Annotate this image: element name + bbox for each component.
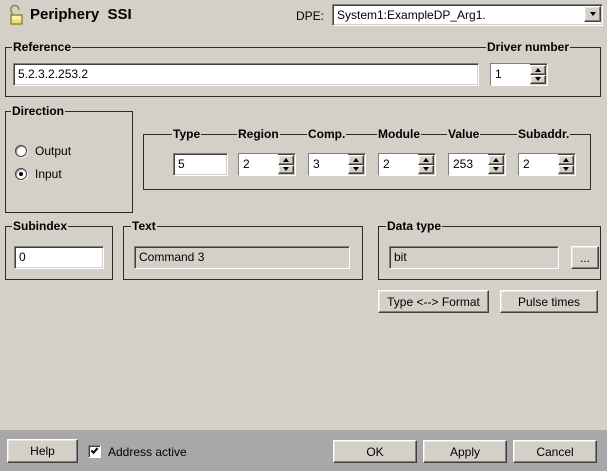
text-group: Text Command 3 (123, 226, 363, 280)
comp-label: Comp. (307, 126, 346, 142)
subindex-group-label: Subindex (12, 218, 68, 234)
address-active-checkbox[interactable] (88, 445, 101, 458)
arrow-up-icon (535, 68, 541, 72)
type-label: Type (172, 126, 201, 142)
reference-group: Reference Driver number 5.2.3.2.253.2 1 (5, 47, 601, 97)
dpe-dropdown-button[interactable] (584, 6, 601, 22)
region-up-button[interactable] (278, 155, 294, 165)
direction-group-label: Direction (11, 103, 65, 119)
type-input[interactable]: 5 (173, 153, 228, 176)
datatype-field: bit (389, 246, 559, 269)
dpe-combobox[interactable]: System1:ExampleDP_Arg1. (332, 4, 603, 26)
arrow-down-icon (283, 167, 289, 171)
footer-bar: Help Address active OK Apply Cancel (0, 430, 607, 471)
arrow-up-icon (493, 158, 499, 162)
reference-input[interactable]: 5.2.3.2.253.2 (13, 63, 479, 86)
arrow-up-icon (563, 158, 569, 162)
type-value: 5 (174, 154, 227, 171)
arrow-down-icon (353, 167, 359, 171)
value-value[interactable]: 253 (449, 154, 488, 175)
module-up-button[interactable] (418, 155, 434, 165)
periphery-ssi-dialog: Periphery SSI DPE: System1:ExampleDP_Arg… (0, 0, 607, 471)
arrow-up-icon (353, 158, 359, 162)
chevron-down-icon (590, 12, 596, 16)
driver-number-up-button[interactable] (530, 65, 546, 75)
open-padlock-icon (7, 3, 26, 27)
help-button[interactable]: Help (7, 439, 78, 463)
subindex-value: 0 (15, 247, 103, 264)
subindex-group: Subindex 0 (5, 226, 113, 280)
arrow-down-icon (493, 167, 499, 171)
arrow-down-icon (563, 167, 569, 171)
radio-input[interactable]: Input (15, 167, 62, 181)
subaddr-label: Subaddr. (517, 126, 570, 142)
type-format-button[interactable]: Type <--> Format (378, 290, 489, 313)
subindex-input[interactable]: 0 (14, 246, 104, 269)
pulse-times-button[interactable]: Pulse times (500, 290, 598, 313)
radio-input-circle[interactable] (15, 168, 27, 180)
dpe-combobox-value: System1:ExampleDP_Arg1. (333, 5, 584, 25)
value-up-button[interactable] (488, 155, 504, 165)
ok-button[interactable]: OK (333, 440, 417, 463)
cancel-button[interactable]: Cancel (513, 440, 597, 463)
radio-input-label: Input (35, 167, 62, 181)
subaddr-down-button[interactable] (558, 165, 574, 175)
radio-output[interactable]: Output (15, 144, 71, 158)
module-stepper[interactable]: 2 (378, 153, 436, 176)
radio-output-circle[interactable] (15, 145, 27, 157)
arrow-down-icon (423, 167, 429, 171)
subaddr-stepper[interactable]: 2 (518, 153, 576, 176)
address-group: Type Region Comp. Module Value Subaddr. … (143, 134, 591, 190)
subaddr-up-button[interactable] (558, 155, 574, 165)
datatype-browse-button[interactable]: ... (571, 246, 599, 269)
dpe-label: DPE: (296, 9, 324, 23)
region-label: Region (237, 126, 280, 142)
comp-up-button[interactable] (348, 155, 364, 165)
datatype-value: bit (390, 247, 558, 264)
value-down-button[interactable] (488, 165, 504, 175)
comp-down-button[interactable] (348, 165, 364, 175)
module-label: Module (377, 126, 421, 142)
apply-button[interactable]: Apply (423, 440, 507, 463)
datatype-group: Data type bit ... (378, 226, 601, 280)
region-down-button[interactable] (278, 165, 294, 175)
arrow-down-icon (535, 77, 541, 81)
value-label: Value (447, 126, 480, 142)
driver-number-group-label: Driver number (486, 39, 570, 55)
arrow-up-icon (423, 158, 429, 162)
driver-number-down-button[interactable] (530, 75, 546, 85)
value-stepper[interactable]: 253 (448, 153, 506, 176)
module-value[interactable]: 2 (379, 154, 418, 175)
text-field: Command 3 (134, 246, 350, 269)
region-stepper[interactable]: 2 (238, 153, 296, 176)
reference-value: 5.2.3.2.253.2 (14, 64, 478, 81)
comp-stepper[interactable]: 3 (308, 153, 366, 176)
datatype-group-label: Data type (386, 218, 442, 234)
region-value[interactable]: 2 (239, 154, 278, 175)
reference-group-label: Reference (12, 39, 72, 55)
module-down-button[interactable] (418, 165, 434, 175)
text-group-label: Text (131, 218, 157, 234)
subaddr-value[interactable]: 2 (519, 154, 558, 175)
driver-number-value[interactable]: 1 (491, 64, 530, 85)
address-active-label: Address active (108, 445, 187, 459)
dialog-title: Periphery SSI (30, 6, 132, 23)
arrow-up-icon (283, 158, 289, 162)
comp-value[interactable]: 3 (309, 154, 348, 175)
direction-group: Direction Output Input (5, 111, 133, 213)
text-value: Command 3 (135, 247, 349, 264)
radio-output-label: Output (35, 144, 71, 158)
check-icon (91, 446, 99, 454)
driver-number-stepper[interactable]: 1 (490, 63, 548, 86)
